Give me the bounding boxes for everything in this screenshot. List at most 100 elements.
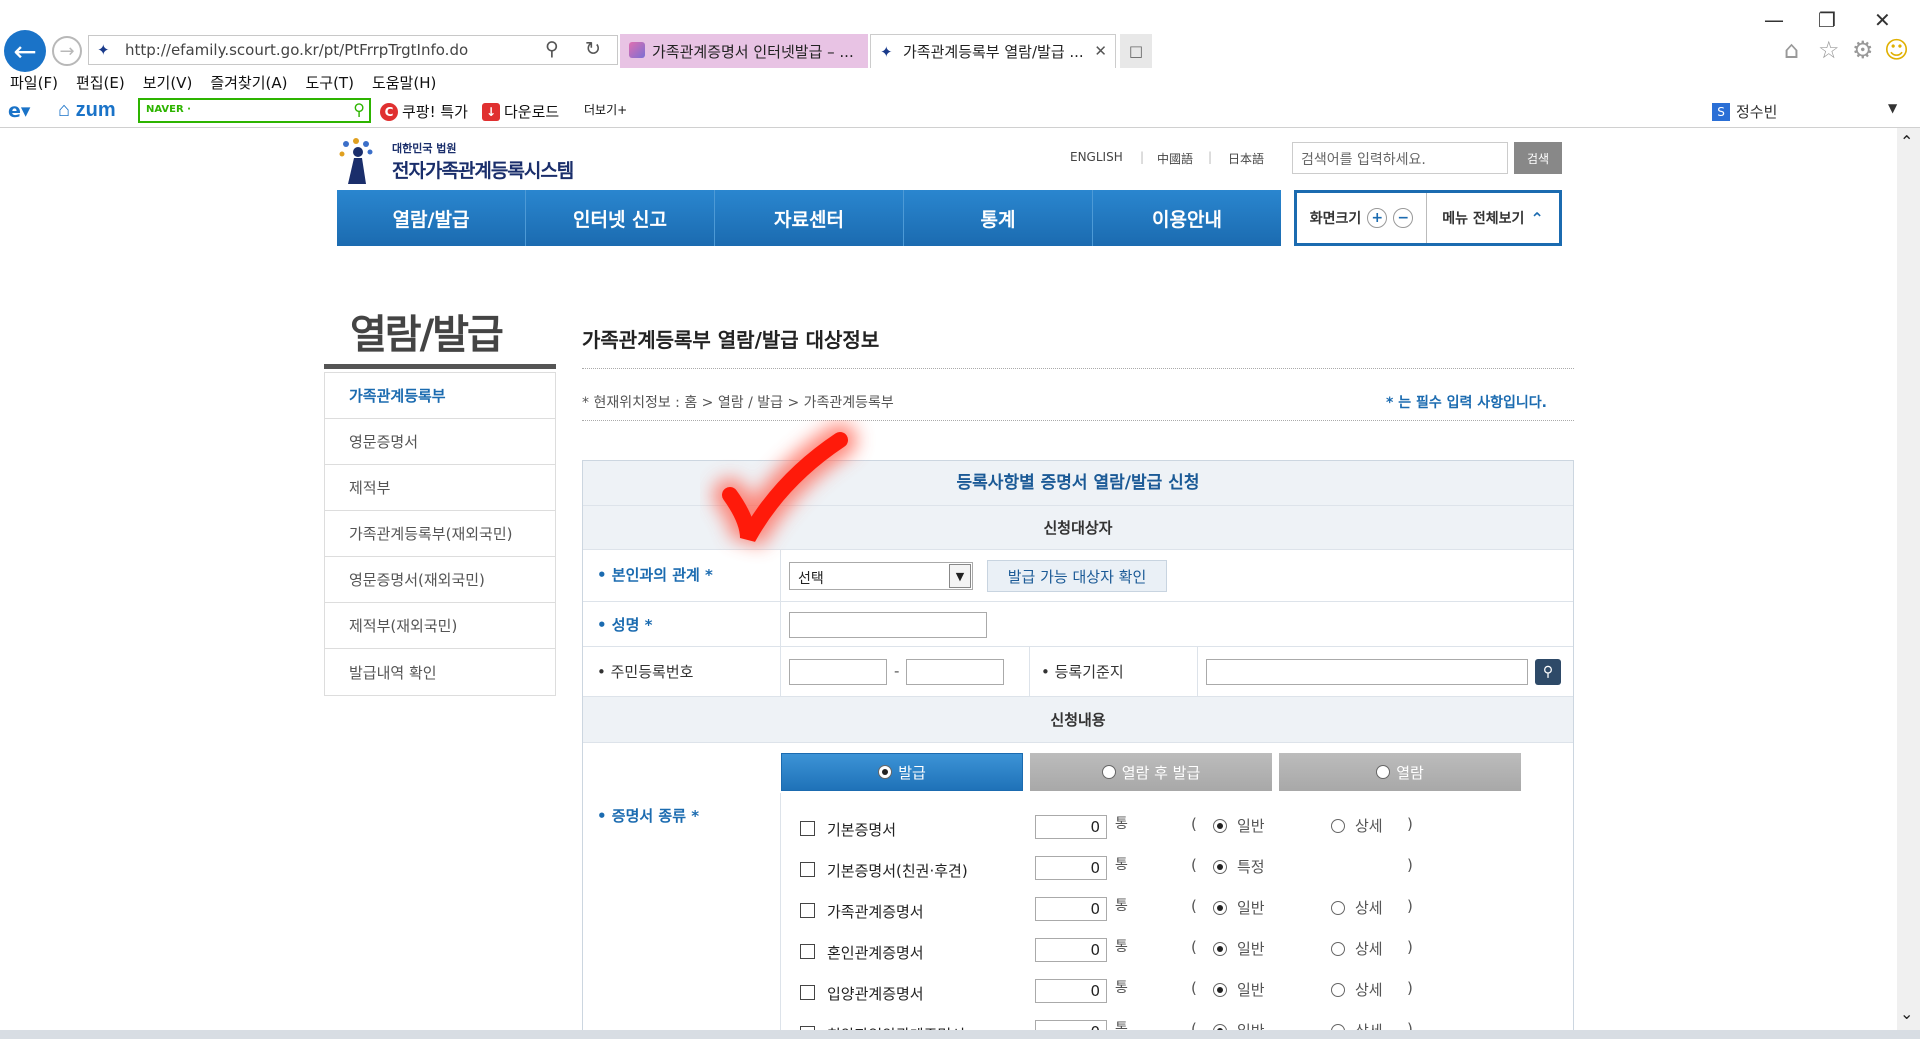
rrn-front-input[interactable] xyxy=(789,659,887,685)
gnb-internet-report[interactable]: 인터넷 신고 xyxy=(526,190,715,246)
cert-checkbox[interactable] xyxy=(800,985,815,1000)
close-tab-icon[interactable]: ✕ xyxy=(1094,42,1107,60)
option-specific[interactable]: 특정 xyxy=(1213,856,1265,877)
side-item-issue-history[interactable]: 발급내역 확인 xyxy=(325,649,555,695)
zum-label: zum xyxy=(75,99,116,121)
cert-checkbox[interactable] xyxy=(800,821,815,836)
menu-edit[interactable]: 편집(E) xyxy=(76,72,125,96)
favorites-star-icon[interactable]: ☆ xyxy=(1818,36,1840,64)
menu-tools[interactable]: 도구(T) xyxy=(305,72,353,96)
side-item-removed-register[interactable]: 제적부 xyxy=(325,465,555,511)
restore-icon[interactable]: ❐ xyxy=(1818,8,1836,32)
cert-qty-input[interactable]: 0 xyxy=(1035,815,1107,839)
cert-qty-input[interactable]: 0 xyxy=(1035,897,1107,921)
menu-file[interactable]: 파일(F) xyxy=(10,72,58,96)
lang-english[interactable]: ENGLISH xyxy=(1070,150,1123,164)
user-profile[interactable]: S 정수빈 xyxy=(1712,101,1777,122)
home-icon[interactable]: ⌂ xyxy=(1784,36,1799,64)
mode-issue-tab[interactable]: 발급 xyxy=(781,753,1023,791)
ie-logo-icon[interactable]: e▾ xyxy=(8,100,30,122)
download-link[interactable]: ↓ 다운로드 xyxy=(482,101,559,122)
menu-view[interactable]: 보기(V) xyxy=(143,72,193,96)
radio-view[interactable] xyxy=(1376,765,1391,779)
zum-link[interactable]: ⌂ zum xyxy=(58,99,116,122)
chevron-down-icon[interactable]: ⌄ xyxy=(1900,1004,1913,1023)
zoom-in-icon[interactable]: + xyxy=(1367,208,1388,228)
vertical-scrollbar[interactable]: ⌃ ⌄ xyxy=(1897,128,1920,1034)
cert-checkbox[interactable] xyxy=(800,903,815,918)
naver-search-box[interactable]: NAVER · ⚲ xyxy=(138,98,371,123)
coupang-icon: C xyxy=(380,102,398,121)
radio-general[interactable] xyxy=(1213,818,1227,833)
option-general[interactable]: 일반 xyxy=(1213,979,1265,1000)
relation-label: • 본인과의 관계 * xyxy=(597,566,713,584)
search-icon[interactable]: ⚲ xyxy=(1535,659,1561,685)
radio-detail[interactable] xyxy=(1331,900,1345,915)
address-bar[interactable]: ✦ http://efamily.scourt.go.kr/pt/PtFrrpT… xyxy=(88,35,618,65)
minimize-icon[interactable]: — xyxy=(1764,8,1784,32)
chevron-up-icon[interactable]: ⌃ xyxy=(1900,132,1913,151)
cert-qty-input[interactable]: 0 xyxy=(1035,979,1107,1003)
relation-select[interactable]: 선택 ▼ xyxy=(789,562,973,590)
option-general[interactable]: 일반 xyxy=(1213,938,1265,959)
tab-family-register[interactable]: ✦ 가족관계등록부 열람/발급 ... ✕ xyxy=(870,34,1116,68)
mode-view-then-issue-tab[interactable]: 열람 후 발급 xyxy=(1030,753,1272,791)
side-item-removed-register-overseas[interactable]: 제적부(재외국민) xyxy=(325,603,555,649)
settings-gear-icon[interactable]: ⚙ xyxy=(1852,36,1874,64)
refresh-icon[interactable]: ↻ xyxy=(585,38,601,60)
back-button[interactable]: ← xyxy=(4,30,46,72)
cert-qty-input[interactable]: 0 xyxy=(1035,938,1107,962)
gnb-data-center[interactable]: 자료센터 xyxy=(715,190,904,246)
base-address-input[interactable] xyxy=(1206,659,1528,685)
name-input[interactable] xyxy=(789,612,987,638)
option-detail[interactable]: 상세 xyxy=(1331,897,1383,918)
site-logo[interactable]: 대한민국 법원 전자가족관계등록시스템 xyxy=(336,134,596,186)
search-icon[interactable]: ⚲ xyxy=(545,38,559,60)
cert-qty-input[interactable]: 0 xyxy=(1035,856,1107,880)
gnb-statistics[interactable]: 통계 xyxy=(904,190,1093,246)
zoom-out-icon[interactable]: − xyxy=(1393,208,1414,228)
coupang-link[interactable]: C 쿠팡! 특가 xyxy=(380,101,468,122)
site-search-button[interactable]: 검색 xyxy=(1514,142,1562,174)
smiley-feedback-icon[interactable]: ☺ xyxy=(1884,36,1909,64)
radio-detail[interactable] xyxy=(1331,941,1345,956)
radio-view-then-issue[interactable] xyxy=(1101,765,1116,779)
lang-chinese[interactable]: 中國語 xyxy=(1157,150,1193,167)
side-item-family-register[interactable]: 가족관계등록부 xyxy=(325,373,555,419)
option-detail[interactable]: 상세 xyxy=(1331,979,1383,1000)
option-detail[interactable]: 상세 xyxy=(1331,815,1383,836)
check-eligible-button[interactable]: 발급 가능 대상자 확인 xyxy=(987,560,1167,592)
side-item-english-cert[interactable]: 영문증명서 xyxy=(325,419,555,465)
side-item-family-register-overseas[interactable]: 가족관계등록부(재외국민) xyxy=(325,511,555,557)
menu-help[interactable]: 도움말(H) xyxy=(372,72,436,96)
cert-checkbox[interactable] xyxy=(800,862,815,877)
gnb-view-issue[interactable]: 열람/발급 xyxy=(337,190,526,246)
tab-certificate-internet[interactable]: 가족관계증명서 인터넷발급 – ... xyxy=(620,34,868,68)
option-detail-label: 상세 xyxy=(1355,899,1383,917)
search-icon[interactable]: ⚲ xyxy=(353,100,365,119)
option-detail[interactable]: 상세 xyxy=(1331,938,1383,959)
chevron-down-icon[interactable]: ▼ xyxy=(1888,101,1897,115)
mode-view-tab[interactable]: 열람 xyxy=(1279,753,1521,791)
new-tab-button[interactable]: □ xyxy=(1120,34,1152,68)
close-window-icon[interactable]: ✕ xyxy=(1874,8,1891,32)
radio-detail[interactable] xyxy=(1331,818,1345,833)
option-general[interactable]: 일반 xyxy=(1213,815,1265,836)
site-search-input[interactable]: 검색어를 입력하세요. xyxy=(1292,142,1508,174)
radio-detail[interactable] xyxy=(1331,982,1345,997)
radio-general[interactable] xyxy=(1213,941,1227,956)
cert-checkbox[interactable] xyxy=(800,944,815,959)
forward-button[interactable]: → xyxy=(52,36,82,66)
gnb-guide[interactable]: 이용안내 xyxy=(1093,190,1281,246)
radio-specific[interactable] xyxy=(1213,859,1227,874)
radio-issue[interactable] xyxy=(878,765,893,779)
radio-general[interactable] xyxy=(1213,982,1227,997)
more-link[interactable]: 더보기+ xyxy=(584,101,627,118)
menu-favorites[interactable]: 즐겨찾기(A) xyxy=(210,72,287,96)
side-item-english-cert-overseas[interactable]: 영문증명서(재외국민) xyxy=(325,557,555,603)
option-general[interactable]: 일반 xyxy=(1213,897,1265,918)
lang-japanese[interactable]: 日本語 xyxy=(1228,150,1264,167)
radio-general[interactable] xyxy=(1213,900,1227,915)
rrn-back-input[interactable] xyxy=(906,659,1004,685)
all-menu-button[interactable]: 메뉴 전체보기 ⌃ xyxy=(1427,193,1559,243)
